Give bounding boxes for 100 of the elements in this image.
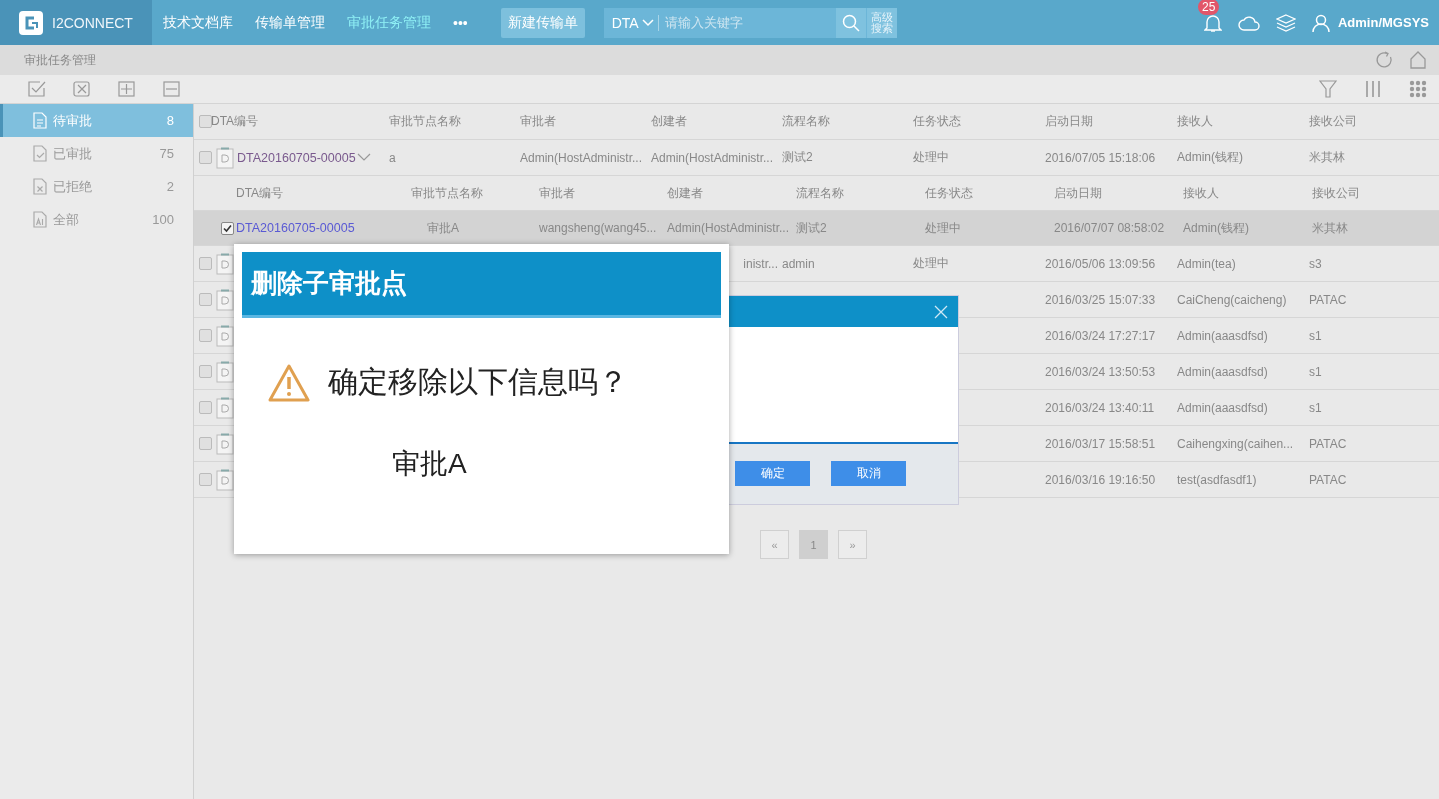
column-header: 任务状态 (913, 113, 962, 130)
table-cell: PATAC (1309, 436, 1347, 451)
column-header: 流程名称 (796, 184, 845, 202)
column-header: 接收人 (1177, 113, 1214, 130)
table-cell: admin (782, 256, 815, 271)
table-cell: 处理中 (925, 220, 961, 235)
row-checkbox[interactable] (199, 329, 212, 342)
table-cell: 2016/03/24 17:27:17 (1045, 328, 1156, 343)
row-checkbox[interactable] (199, 365, 212, 378)
dta-number-link[interactable]: DTA20160705-00005 (237, 150, 356, 165)
table-cell: 处理中 (913, 256, 949, 270)
logo-icon (19, 10, 43, 35)
dta-number-link[interactable]: DTA20160705-00005 (236, 221, 355, 235)
layers-icon[interactable] (1276, 13, 1296, 32)
nav-tab[interactable]: ••• (442, 14, 479, 31)
column-header: 接收人 (1183, 184, 1220, 202)
chevron-icon[interactable] (356, 153, 371, 162)
dialog-message: 确定移除以下信息吗？ (328, 364, 628, 400)
advanced-search-button[interactable]: 高级搜索 (866, 7, 897, 38)
notification-badge: 25 (1198, 0, 1220, 15)
table-cell: inistr... (743, 256, 778, 271)
sidebar-item[interactable]: 待审批 8 (0, 104, 193, 137)
table-cell: Admin(aaasdfsd) (1177, 328, 1268, 343)
collapse-all-icon[interactable] (163, 81, 181, 97)
column-header: DTA编号 (211, 113, 260, 130)
row-checkbox[interactable] (199, 151, 212, 164)
table-cell: PATAC (1309, 472, 1347, 487)
nav-tab[interactable]: 传输单管理 (244, 13, 336, 32)
sidebar-item[interactable]: 全部 100 (0, 203, 193, 236)
table-cell: 2016/03/25 15:07:33 (1045, 292, 1156, 307)
row-checkbox[interactable] (199, 293, 212, 306)
nav-tab[interactable]: 审批任务管理 (336, 13, 442, 32)
app-name: I2CONNECT (52, 14, 133, 31)
table-cell: s3 (1309, 256, 1322, 271)
table-cell: Admin(aaasdfsd) (1177, 364, 1268, 379)
grid-icon[interactable] (1409, 80, 1427, 98)
column-header: DTA编号 (236, 184, 285, 202)
page-button[interactable]: 1 (799, 530, 828, 559)
approve-icon[interactable] (28, 81, 46, 97)
table-cell: Admin(HostAdministr... (651, 150, 774, 165)
document-icon (33, 211, 47, 228)
column-header: 审批节点名称 (411, 184, 484, 202)
table-cell: Admin(钱程) (1177, 150, 1243, 164)
scope-dropdown[interactable]: DTA (603, 14, 659, 31)
table-cell: s1 (1309, 328, 1322, 343)
table-cell: Admin(钱程) (1183, 220, 1249, 235)
new-transfer-button[interactable]: 新建传输单 (500, 7, 585, 38)
sidebar-item[interactable]: 已拒绝 2 (0, 170, 193, 203)
table-cell: s1 (1309, 364, 1322, 379)
table-cell: 米其林 (1309, 150, 1345, 164)
document-icon (33, 178, 47, 195)
table-cell: 2016/03/17 15:58:51 (1045, 436, 1156, 451)
columns-icon[interactable] (1364, 80, 1382, 98)
table-cell: Admin(HostAdministr... (667, 221, 790, 235)
close-icon[interactable] (934, 304, 948, 319)
nav-tab[interactable]: 技术文档库 (152, 13, 244, 32)
next-page-button[interactable]: » (838, 530, 867, 559)
dialog-title: 删除子审批点 (251, 267, 407, 300)
select-all-checkbox[interactable] (199, 115, 212, 128)
table-cell: CaiCheng(caicheng) (1177, 292, 1287, 307)
previous-page-button[interactable]: « (760, 530, 789, 559)
row-checkbox[interactable] (199, 437, 212, 450)
home-icon[interactable] (1409, 51, 1427, 69)
expand-all-icon[interactable] (118, 81, 136, 97)
column-header: 审批者 (539, 184, 576, 202)
column-header: 启动日期 (1045, 113, 1094, 130)
row-checkbox[interactable] (199, 257, 212, 270)
confirm-button[interactable]: 确定 (735, 461, 810, 486)
column-header: 流程名称 (782, 113, 831, 130)
refresh-icon[interactable] (1375, 51, 1393, 69)
search-button[interactable] (835, 7, 866, 38)
table-cell: 测试2 (796, 220, 827, 235)
table-cell: 2016/03/16 19:16:50 (1045, 472, 1156, 487)
sub-table-row[interactable]: DTA20160705-00005 审批A wangsheng(wang45... Admin(HostAdministr... 测试2 处理中 2016/07/07 08:58:02 Admin(钱程) 米其林 (194, 211, 1439, 246)
filter-icon[interactable] (1319, 80, 1337, 98)
document-icon (33, 145, 47, 162)
table-cell: Admin(aaasdfsd) (1177, 400, 1268, 415)
user-name[interactable]: Admin/MGSYS (1338, 15, 1429, 30)
document-icon (33, 112, 47, 129)
column-header: 启动日期 (1054, 184, 1103, 202)
bell-icon[interactable] (1204, 12, 1222, 33)
column-header: 审批节点名称 (389, 113, 462, 130)
column-header: 接收公司 (1312, 184, 1361, 202)
column-header: 创建者 (651, 113, 688, 130)
reject-icon[interactable] (73, 81, 91, 97)
table-cell: PATAC (1309, 292, 1347, 307)
table-cell: test(asdfasdf1) (1177, 472, 1257, 487)
cloud-icon[interactable] (1238, 14, 1260, 31)
row-checkbox[interactable] (199, 401, 212, 414)
row-checkbox[interactable] (221, 221, 234, 235)
cancel-button[interactable]: 取消 (831, 461, 906, 486)
search-field[interactable]: DTA 请输入关键字 高级搜索 (603, 7, 897, 38)
sidebar-item[interactable]: 已审批 75 (0, 137, 193, 170)
table-cell: Admin(HostAdministr... (520, 150, 643, 165)
column-header: 接收公司 (1309, 113, 1358, 130)
table-cell: 审批A (427, 220, 459, 235)
column-header: 审批者 (520, 113, 557, 130)
row-checkbox[interactable] (199, 473, 212, 486)
document-icon (216, 146, 234, 169)
user-icon[interactable] (1312, 13, 1330, 32)
